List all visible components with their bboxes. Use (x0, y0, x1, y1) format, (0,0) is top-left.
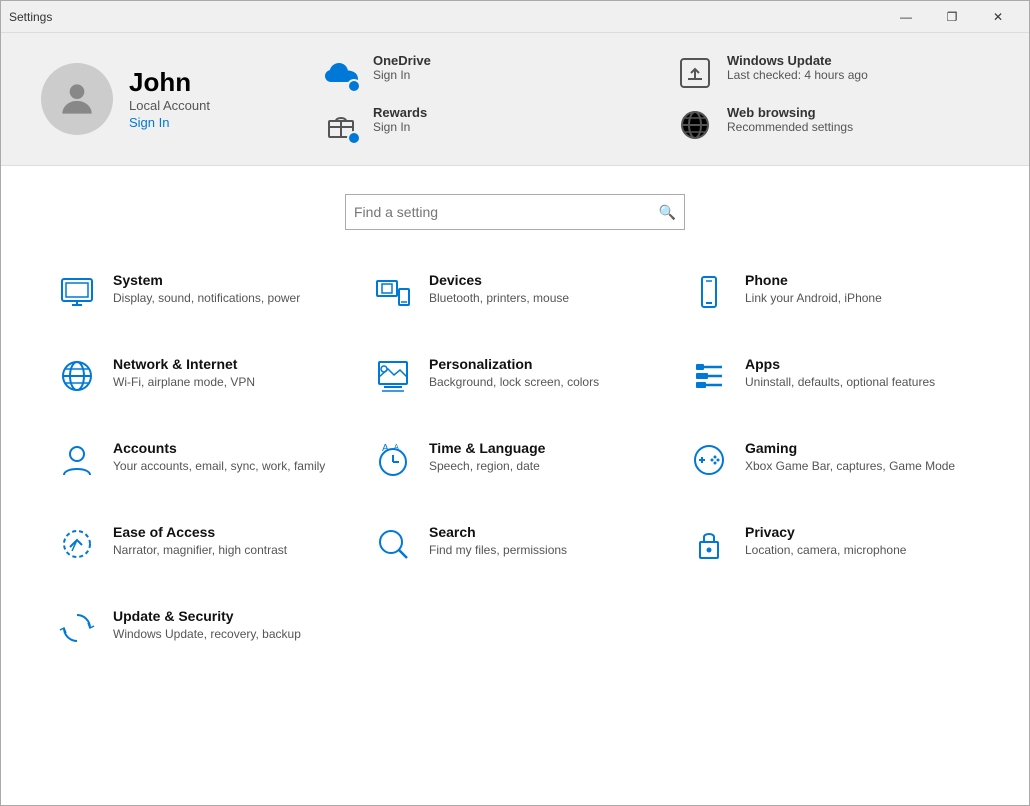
setting-ease-of-access[interactable]: Ease of Access Narrator, magnifier, high… (41, 502, 357, 586)
settings-grid: System Display, sound, notifications, po… (1, 250, 1029, 670)
apps-icon (689, 356, 729, 396)
service-windows-update[interactable]: Windows Update Last checked: 4 hours ago (675, 53, 989, 93)
privacy-icon (689, 524, 729, 564)
service-onedrive[interactable]: OneDrive Sign In (321, 53, 635, 93)
web-browsing-icon (675, 105, 715, 145)
onedrive-icon (321, 53, 361, 93)
privacy-text: Privacy Location, camera, microphone (745, 524, 906, 559)
personalization-icon (373, 356, 413, 396)
service-rewards[interactable]: Rewards Sign In (321, 105, 635, 145)
profile-info: John Local Account Sign In (129, 68, 210, 131)
time-language-text: Time & Language Speech, region, date (429, 440, 545, 475)
phone-icon (689, 272, 729, 312)
accounts-text: Accounts Your accounts, email, sync, wor… (113, 440, 325, 475)
system-text: System Display, sound, notifications, po… (113, 272, 300, 307)
setting-devices[interactable]: Devices Bluetooth, printers, mouse (357, 250, 673, 334)
window-controls: — ❐ ✕ (883, 1, 1021, 33)
setting-network[interactable]: Network & Internet Wi-Fi, airplane mode,… (41, 334, 357, 418)
phone-text: Phone Link your Android, iPhone (745, 272, 882, 307)
setting-gaming[interactable]: Gaming Xbox Game Bar, captures, Game Mod… (673, 418, 989, 502)
update-security-icon (57, 608, 97, 648)
titlebar: Settings — ❐ ✕ (1, 1, 1029, 33)
windows-update-text: Windows Update Last checked: 4 hours ago (727, 53, 868, 82)
network-icon (57, 356, 97, 396)
rewards-text: Rewards Sign In (373, 105, 427, 134)
devices-text: Devices Bluetooth, printers, mouse (429, 272, 569, 307)
search-box: 🔍 (345, 194, 685, 230)
network-text: Network & Internet Wi-Fi, airplane mode,… (113, 356, 255, 391)
accounts-icon (57, 440, 97, 480)
onedrive-dot (347, 79, 361, 93)
services-section: OneDrive Sign In Windows Update Last che… (321, 53, 989, 145)
setting-time-language[interactable]: A A Time & Language Speech, region, date (357, 418, 673, 502)
setting-personalization[interactable]: Personalization Background, lock screen,… (357, 334, 673, 418)
search-input[interactable] (354, 204, 659, 220)
setting-privacy[interactable]: Privacy Location, camera, microphone (673, 502, 989, 586)
search-icon: 🔍 (659, 204, 676, 221)
avatar (41, 63, 113, 135)
setting-system[interactable]: System Display, sound, notifications, po… (41, 250, 357, 334)
setting-accounts[interactable]: Accounts Your accounts, email, sync, wor… (41, 418, 357, 502)
time-language-icon: A A (373, 440, 413, 480)
gaming-text: Gaming Xbox Game Bar, captures, Game Mod… (745, 440, 955, 475)
gaming-icon (689, 440, 729, 480)
username: John (129, 68, 210, 97)
window-title: Settings (9, 10, 52, 24)
rewards-icon (321, 105, 361, 145)
sign-in-link[interactable]: Sign In (129, 115, 210, 130)
apps-text: Apps Uninstall, defaults, optional featu… (745, 356, 935, 391)
web-browsing-text: Web browsing Recommended settings (727, 105, 853, 134)
service-web-browsing[interactable]: Web browsing Recommended settings (675, 105, 989, 145)
setting-phone[interactable]: Phone Link your Android, iPhone (673, 250, 989, 334)
setting-search[interactable]: Search Find my files, permissions (357, 502, 673, 586)
search-setting-icon (373, 524, 413, 564)
setting-update-security[interactable]: Update & Security Windows Update, recove… (41, 586, 357, 670)
rewards-dot (347, 131, 361, 145)
personalization-text: Personalization Background, lock screen,… (429, 356, 599, 391)
header-area: John Local Account Sign In OneDrive Sign… (1, 33, 1029, 166)
onedrive-text: OneDrive Sign In (373, 53, 431, 82)
minimize-button[interactable]: — (883, 1, 929, 33)
search-setting-text: Search Find my files, permissions (429, 524, 567, 559)
windows-update-icon (675, 53, 715, 93)
system-icon (57, 272, 97, 312)
maximize-button[interactable]: ❐ (929, 1, 975, 33)
svg-text:A: A (394, 444, 399, 451)
ease-of-access-text: Ease of Access Narrator, magnifier, high… (113, 524, 287, 559)
setting-apps[interactable]: Apps Uninstall, defaults, optional featu… (673, 334, 989, 418)
update-security-text: Update & Security Windows Update, recove… (113, 608, 301, 643)
svg-text:A: A (382, 443, 389, 454)
devices-icon (373, 272, 413, 312)
close-button[interactable]: ✕ (975, 1, 1021, 33)
profile-section: John Local Account Sign In (41, 63, 261, 135)
account-type: Local Account (129, 98, 210, 113)
search-section: 🔍 (1, 166, 1029, 250)
ease-of-access-icon (57, 524, 97, 564)
